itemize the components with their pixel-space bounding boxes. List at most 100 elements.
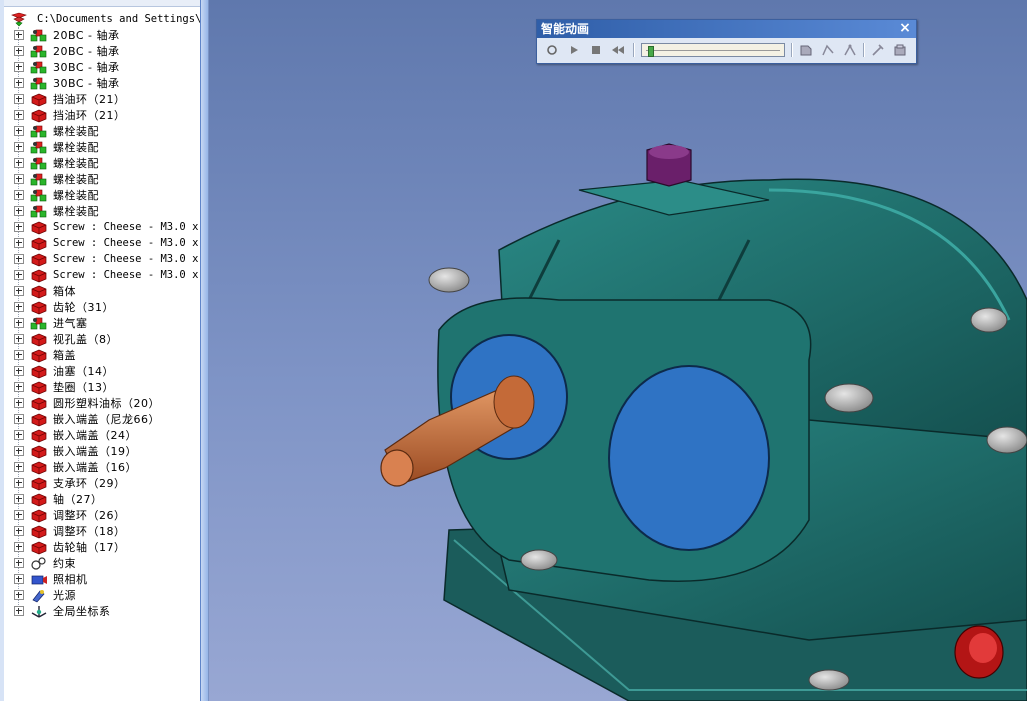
tree-item[interactable]: 调整环（18） <box>14 523 126 539</box>
property-icon <box>872 44 884 56</box>
tree-item-label: 挡油环（21） <box>53 109 126 122</box>
rewind-button[interactable] <box>609 42 627 58</box>
tree-item[interactable]: 调整环（26） <box>14 507 126 523</box>
3d-viewport[interactable] <box>209 0 1027 701</box>
expand-icon[interactable] <box>14 542 24 552</box>
toolbar-separator <box>791 43 793 57</box>
expand-icon[interactable] <box>14 414 24 424</box>
path-edit-button[interactable] <box>841 42 859 58</box>
expand-icon[interactable] <box>14 30 24 40</box>
expand-icon[interactable] <box>14 494 24 504</box>
tree-item[interactable]: 箱盖 <box>14 347 76 363</box>
tree-item[interactable]: 约束 <box>14 555 76 571</box>
expand-icon[interactable] <box>14 350 24 360</box>
tree-item[interactable]: 螺栓装配 <box>14 203 99 219</box>
close-icon[interactable]: × <box>898 21 912 36</box>
tree-item[interactable]: 嵌入端盖（19） <box>14 443 137 459</box>
tree-item[interactable]: 20BC - 轴承 <box>14 27 120 43</box>
expand-icon[interactable] <box>14 526 24 536</box>
expand-icon[interactable] <box>14 94 24 104</box>
tree-item[interactable]: 挡油环（21） <box>14 107 126 123</box>
slider-thumb[interactable] <box>647 46 654 57</box>
expand-icon[interactable] <box>14 78 24 88</box>
tree-item[interactable]: 嵌入端盖（尼龙66） <box>14 411 160 427</box>
expand-icon[interactable] <box>14 238 24 248</box>
tree-item[interactable]: 垫圈（13） <box>14 379 114 395</box>
expand-icon[interactable] <box>14 158 24 168</box>
expand-icon[interactable] <box>14 126 24 136</box>
expand-icon[interactable] <box>14 190 24 200</box>
expand-icon[interactable] <box>14 430 24 440</box>
expand-icon[interactable] <box>14 446 24 456</box>
gear-reducer-model[interactable] <box>209 0 1027 701</box>
tree-item[interactable]: 圆形塑料油标（20） <box>14 395 160 411</box>
tree-item[interactable]: 嵌入端盖（16） <box>14 459 137 475</box>
tree-item[interactable]: 齿轮轴（17） <box>14 539 126 555</box>
expand-icon[interactable] <box>14 382 24 392</box>
expand-icon[interactable] <box>14 302 24 312</box>
tree-item[interactable]: Screw : Cheese - M3.0 x 4 <box>14 251 208 267</box>
property-button[interactable] <box>869 42 887 58</box>
tree-item-label: Screw : Cheese - M3.0 x 4 <box>53 269 209 281</box>
tree-item[interactable]: 齿轮（31） <box>14 299 114 315</box>
stop-button[interactable] <box>587 42 605 58</box>
expand-icon[interactable] <box>14 478 24 488</box>
expand-icon[interactable] <box>14 286 24 296</box>
expand-icon[interactable] <box>14 334 24 344</box>
tree-item[interactable]: Screw : Cheese - M3.0 x 4 <box>14 235 208 251</box>
tree-item[interactable]: 螺栓装配 <box>14 123 99 139</box>
light-icon <box>30 588 48 603</box>
tree-item[interactable]: Screw : Cheese - M3.0 x 4 <box>14 219 208 235</box>
tree-item[interactable]: 支承环（29） <box>14 475 126 491</box>
tree-root-path: C:\Documents and Settings\ne <box>37 13 209 25</box>
tree-item[interactable]: 螺栓装配 <box>14 187 99 203</box>
path-button[interactable] <box>819 42 837 58</box>
tree-item[interactable]: 照相机 <box>14 571 88 587</box>
toolbar-titlebar[interactable]: 智能动画 × <box>537 20 916 38</box>
tree-item[interactable]: 进气塞 <box>14 315 88 331</box>
tree-item-label: 视孔盖（8） <box>53 333 118 346</box>
tree-item[interactable]: 螺栓装配 <box>14 171 99 187</box>
play-button[interactable] <box>565 42 583 58</box>
expand-icon[interactable] <box>14 574 24 584</box>
expand-icon[interactable] <box>14 142 24 152</box>
expand-icon[interactable] <box>14 254 24 264</box>
tree-item[interactable]: 螺栓装配 <box>14 139 99 155</box>
expand-icon[interactable] <box>14 174 24 184</box>
tree-root[interactable]: C:\Documents and Settings\ne <box>10 11 209 27</box>
tree-item-label: 箱体 <box>53 285 76 298</box>
timeline-slider[interactable] <box>641 43 785 57</box>
expand-icon[interactable] <box>14 510 24 520</box>
expand-icon[interactable] <box>14 270 24 280</box>
tree-item[interactable]: 光源 <box>14 587 76 603</box>
tree-item[interactable]: 全局坐标系 <box>14 603 111 619</box>
tree-item[interactable]: 挡油环（21） <box>14 91 126 107</box>
tree-item[interactable]: Screw : Cheese - M3.0 x 4 <box>14 267 209 283</box>
panel-splitter[interactable] <box>200 0 208 701</box>
expand-icon[interactable] <box>14 222 24 232</box>
keyframe-button[interactable] <box>797 42 815 58</box>
tree-item[interactable]: 轴（27） <box>14 491 103 507</box>
tree-item[interactable]: 30BC - 轴承 <box>14 75 120 91</box>
expand-icon[interactable] <box>14 590 24 600</box>
tree-item[interactable]: 30BC - 轴承 <box>14 59 120 75</box>
expand-icon[interactable] <box>14 46 24 56</box>
tree-item[interactable]: 嵌入端盖（24） <box>14 427 137 443</box>
tree-item-label: 嵌入端盖（24） <box>53 429 137 442</box>
expand-icon[interactable] <box>14 462 24 472</box>
tree-item[interactable]: 20BC - 轴承 <box>14 43 120 59</box>
record-button[interactable] <box>543 42 561 58</box>
timeline-button[interactable] <box>891 42 909 58</box>
expand-icon[interactable] <box>14 366 24 376</box>
tree-item[interactable]: 箱体 <box>14 283 76 299</box>
expand-icon[interactable] <box>14 398 24 408</box>
tree-item[interactable]: 油塞（14） <box>14 363 114 379</box>
expand-icon[interactable] <box>14 206 24 216</box>
expand-icon[interactable] <box>14 318 24 328</box>
expand-icon[interactable] <box>14 558 24 568</box>
expand-icon[interactable] <box>14 606 24 616</box>
expand-icon[interactable] <box>14 62 24 72</box>
tree-item[interactable]: 螺栓装配 <box>14 155 99 171</box>
expand-icon[interactable] <box>14 110 24 120</box>
tree-item[interactable]: 视孔盖（8） <box>14 331 118 347</box>
